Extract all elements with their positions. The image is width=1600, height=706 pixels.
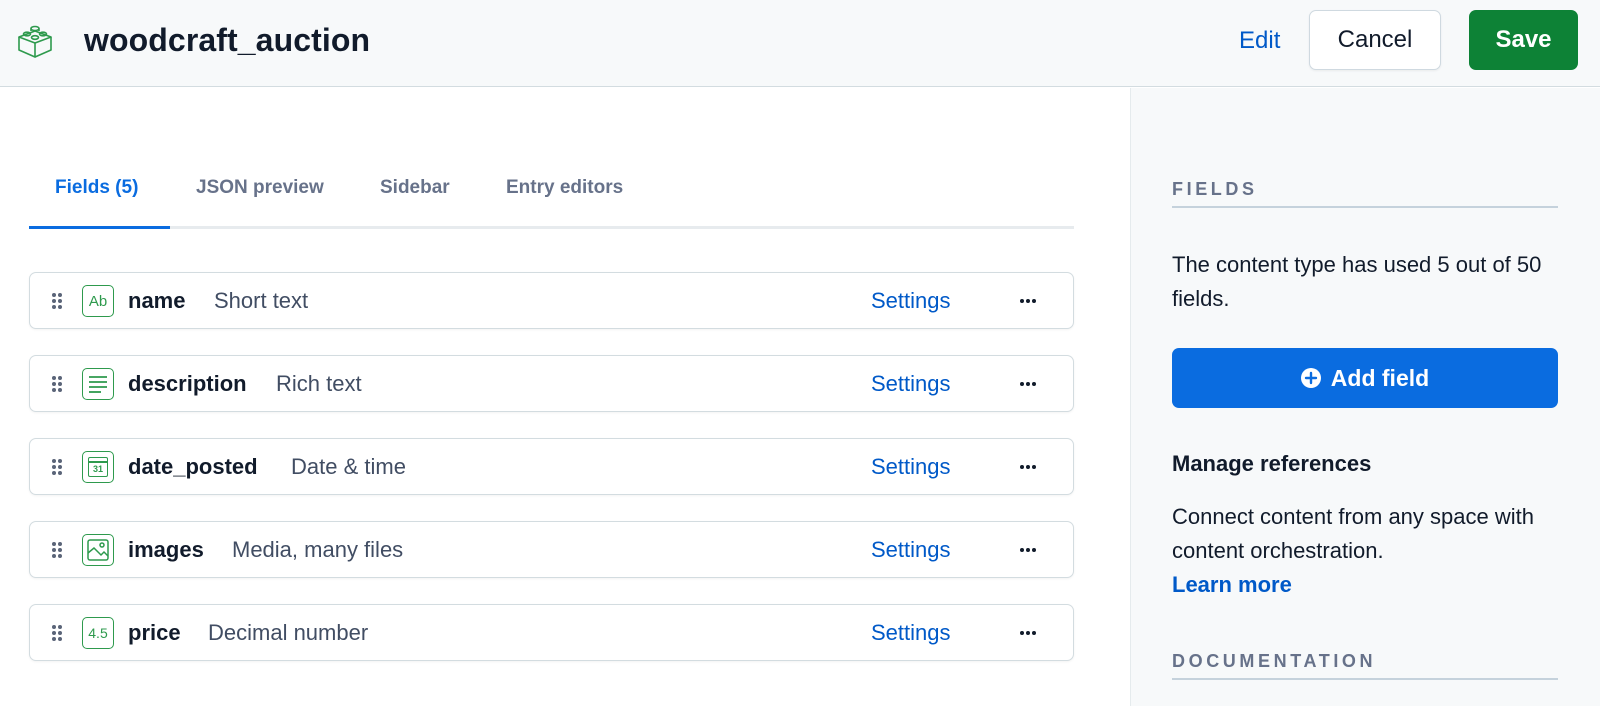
more-options-icon[interactable] — [1015, 622, 1041, 644]
manage-references-block: Connect content from any space with cont… — [1172, 500, 1558, 602]
edit-link[interactable]: Edit — [1239, 26, 1280, 56]
rich-text-icon — [82, 368, 114, 400]
tab-fields[interactable]: Fields (5) — [55, 178, 138, 229]
field-row[interactable]: description Rich text Settings — [29, 355, 1074, 412]
tab-sidebar[interactable]: Sidebar — [380, 178, 450, 229]
learn-more-link[interactable]: Learn more — [1172, 568, 1292, 602]
active-tab-indicator — [29, 226, 170, 229]
save-button[interactable]: Save — [1469, 10, 1578, 70]
tab-bar: Fields (5) JSON preview Sidebar Entry ed… — [29, 178, 1074, 229]
more-options-icon[interactable] — [1015, 539, 1041, 561]
field-row[interactable]: 4.5 price Decimal number Settings — [29, 604, 1074, 661]
field-settings-link[interactable]: Settings — [871, 370, 951, 398]
decimal-number-icon: 4.5 — [82, 617, 114, 649]
more-options-icon[interactable] — [1015, 290, 1041, 312]
calendar-icon: 31 — [82, 451, 114, 483]
more-options-icon[interactable] — [1015, 456, 1041, 478]
fields-heading: FIELDS — [1172, 179, 1258, 199]
page-title: woodcraft_auction — [84, 22, 371, 58]
drag-handle-icon[interactable] — [51, 291, 63, 311]
image-landscape-icon — [87, 539, 109, 561]
fields-usage-text: The content type has used 5 out of 50 fi… — [1172, 252, 1542, 311]
cancel-button[interactable]: Cancel — [1309, 10, 1441, 70]
field-type: Decimal number — [208, 620, 369, 645]
drag-handle-icon[interactable] — [51, 374, 63, 394]
top-bar: woodcraft_auction Edit Cancel Save — [0, 0, 1600, 87]
rich-text-lines-icon — [89, 376, 107, 393]
field-settings-link[interactable]: Settings — [871, 453, 951, 481]
field-name: name — [128, 288, 186, 313]
calendar-top-bar — [89, 461, 107, 463]
short-text-icon: Ab — [82, 285, 114, 317]
field-settings-link[interactable]: Settings — [871, 619, 951, 647]
field-type: Rich text — [276, 371, 362, 396]
field-row[interactable]: 31 date_posted Date & time Settings — [29, 438, 1074, 495]
field-row[interactable]: images Media, many files Settings — [29, 521, 1074, 578]
short-text-glyph: Ab — [88, 292, 108, 310]
calendar-day-glyph: 31 — [92, 463, 103, 474]
media-icon — [82, 534, 114, 566]
field-settings-link[interactable]: Settings — [871, 287, 951, 315]
manage-references-heading: Manage references — [1172, 451, 1372, 476]
more-options-icon[interactable] — [1015, 373, 1041, 395]
field-name: description — [128, 371, 247, 396]
drag-handle-icon[interactable] — [51, 457, 63, 477]
field-settings-link[interactable]: Settings — [871, 536, 951, 564]
field-type: Media, many files — [232, 537, 404, 562]
content-type-block-icon — [18, 25, 52, 58]
main-content: Fields (5) JSON preview Sidebar Entry ed… — [0, 88, 1130, 706]
field-row[interactable]: Ab name Short text Settings — [29, 272, 1074, 329]
right-sidebar: FIELDS The content type has used 5 out o… — [1130, 88, 1600, 706]
drag-handle-icon[interactable] — [51, 540, 63, 560]
decimal-glyph: 4.5 — [88, 625, 108, 641]
field-name: images — [128, 537, 204, 562]
documentation-divider — [1172, 678, 1558, 680]
plus-circle-icon — [1300, 368, 1321, 388]
documentation-heading: DOCUMENTATION — [1172, 651, 1377, 671]
calendar-frame: 31 — [88, 457, 108, 477]
add-field-button[interactable]: Add field — [1172, 348, 1558, 408]
field-name: price — [128, 620, 181, 645]
fields-divider — [1172, 206, 1558, 208]
drag-handle-icon[interactable] — [51, 623, 63, 643]
field-type: Short text — [214, 288, 309, 313]
manage-references-text: Connect content from any space with cont… — [1172, 504, 1534, 563]
field-name: date_posted — [128, 454, 258, 479]
add-field-label: Add field — [1330, 364, 1430, 391]
tab-entry-editors[interactable]: Entry editors — [506, 178, 623, 229]
tab-json-preview[interactable]: JSON preview — [196, 178, 324, 229]
field-type: Date & time — [291, 454, 406, 479]
